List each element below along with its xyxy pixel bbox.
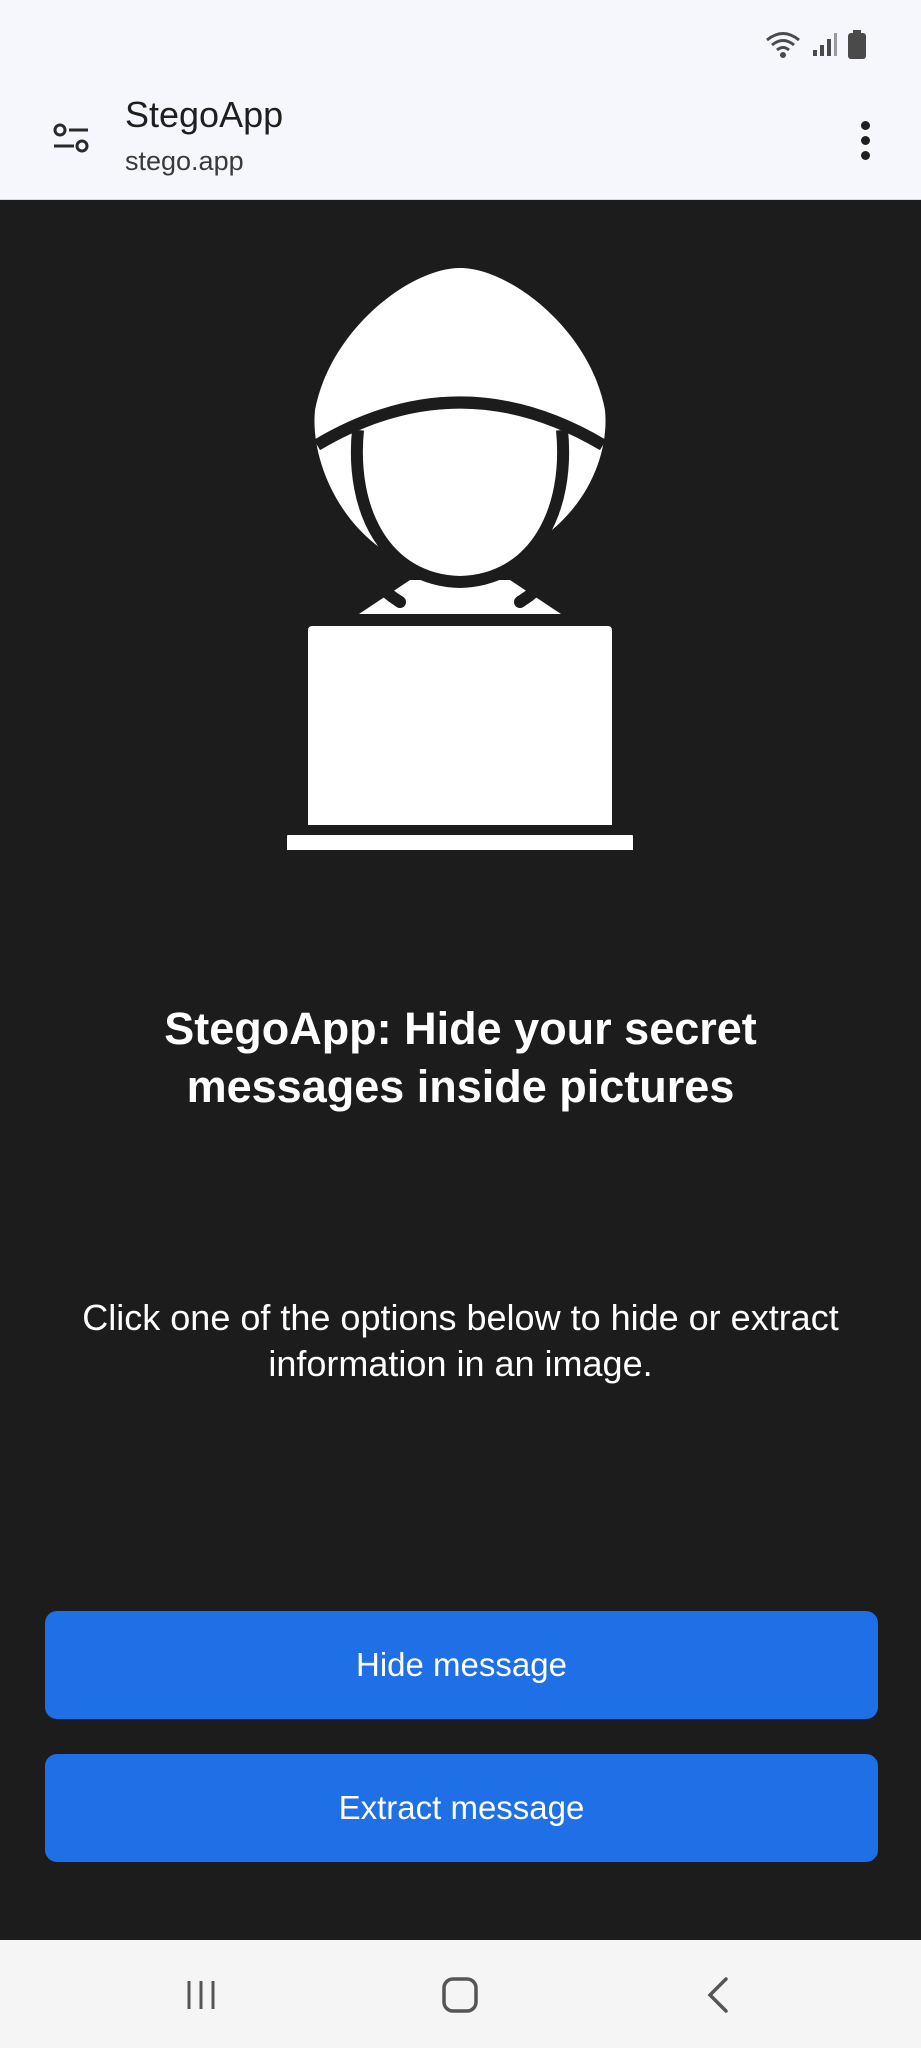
home-icon[interactable] [435, 1970, 485, 2020]
hide-message-button[interactable]: Hide message [45, 1611, 878, 1719]
battery-icon [847, 30, 867, 65]
hacker-laptop-icon [200, 230, 720, 865]
page-url[interactable]: stego.app [125, 146, 244, 177]
page-title: StegoApp [125, 94, 284, 135]
headline: StegoApp: Hide your secret messages insi… [164, 1003, 757, 1112]
main-content: StegoApp: Hide your secret messages insi… [0, 200, 921, 1940]
system-nav-bar [0, 1940, 921, 2048]
instructions-text: Click one of the options below to hide o… [82, 1297, 839, 1384]
extract-message-button[interactable]: Extract message [45, 1754, 878, 1862]
more-vert-icon[interactable] [845, 112, 885, 168]
status-icons [765, 30, 867, 65]
wifi-icon [765, 31, 801, 64]
back-icon[interactable] [694, 1970, 744, 2020]
site-settings-icon[interactable] [52, 118, 92, 158]
signal-icon [811, 32, 837, 63]
recent-apps-icon[interactable] [176, 1970, 226, 2020]
browser-app-bar: StegoApp stego.app [0, 82, 921, 201]
status-bar [0, 0, 921, 82]
